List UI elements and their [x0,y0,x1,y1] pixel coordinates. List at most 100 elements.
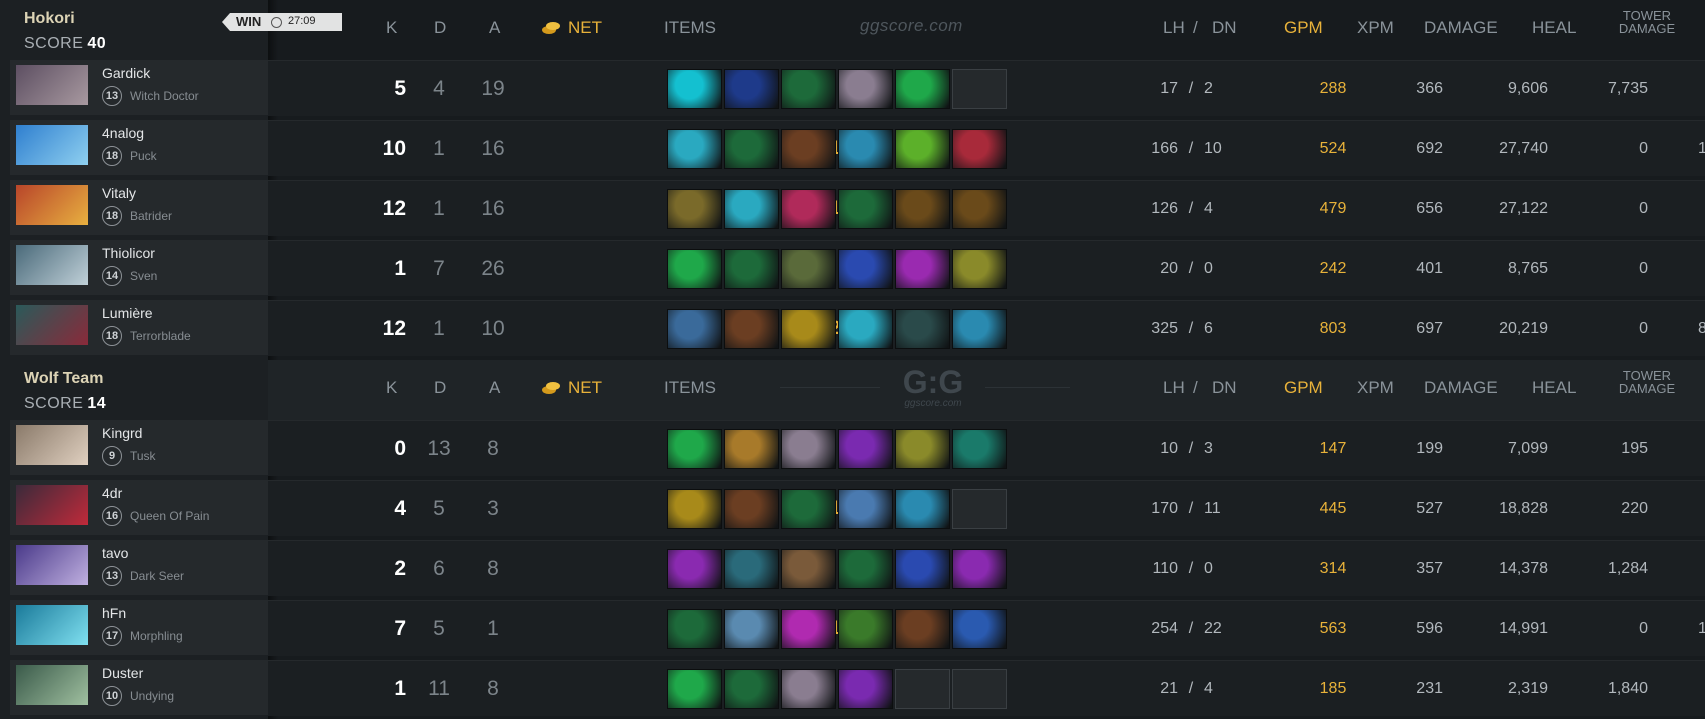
item-icon[interactable] [838,549,893,589]
item-icon[interactable] [838,249,893,289]
item-icon[interactable] [838,609,893,649]
hero-level: 17 [102,626,122,646]
tower-damage: 239 [1568,181,1705,236]
item-icon[interactable] [952,129,1007,169]
hero-damage: 9,606 [1507,80,1548,97]
item-icon[interactable] [667,429,722,469]
item-icon[interactable] [781,429,836,469]
item-icon[interactable] [781,249,836,289]
player-card[interactable]: 4dr 16 Queen Of Pain [10,480,268,535]
player-name[interactable]: tavo [102,545,128,561]
player-card[interactable]: Lumière 18 Terrorblade [10,300,268,355]
player-name[interactable]: Duster [102,665,143,681]
player-name[interactable]: Vitaly [102,185,136,201]
item-icon[interactable] [838,429,893,469]
empty-item-slot[interactable] [952,669,1007,709]
player-name[interactable]: hFn [102,605,126,621]
item-icon[interactable] [724,429,779,469]
item-icon[interactable] [952,609,1007,649]
team1-name: Hokori [24,10,75,27]
empty-item-slot[interactable] [952,489,1007,529]
item-icon[interactable] [895,189,950,229]
item-icon[interactable] [781,489,836,529]
item-icon[interactable] [667,309,722,349]
item-icon[interactable] [952,309,1007,349]
item-icon[interactable] [895,489,950,529]
item-icon[interactable] [781,549,836,589]
item-icon[interactable] [724,69,779,109]
item-icon[interactable] [895,609,950,649]
player-name[interactable]: Kingrd [102,425,142,441]
item-icon[interactable] [724,609,779,649]
hero-damage: 7,099 [1507,440,1548,457]
item-icon[interactable] [667,669,722,709]
item-icon[interactable] [724,129,779,169]
item-icon[interactable] [838,129,893,169]
item-icon[interactable] [952,429,1007,469]
kills: 12 [382,197,406,220]
item-icon[interactable] [781,669,836,709]
lh-dn-separator: / [1188,320,1194,337]
hero-level: 14 [102,266,122,286]
player-card[interactable]: Duster 10 Undying [10,660,268,715]
item-icon[interactable] [724,309,779,349]
last-hits: 10 [1160,440,1178,457]
item-icon[interactable] [724,249,779,289]
item-icon[interactable] [952,549,1007,589]
item-icon[interactable] [952,189,1007,229]
player-name[interactable]: Lumière [102,305,153,321]
item-icon[interactable] [781,189,836,229]
item-icon[interactable] [667,549,722,589]
item-icon[interactable] [667,489,722,529]
item-icon[interactable] [838,69,893,109]
item-icon[interactable] [838,489,893,529]
item-icon[interactable] [895,69,950,109]
player-card[interactable]: hFn 17 Morphling [10,600,268,655]
hero-portrait [16,245,88,285]
watermark-text: ggscore.com [860,16,963,35]
player-card[interactable]: Kingrd 9 Tusk [10,420,268,475]
item-icon[interactable] [667,69,722,109]
item-icon[interactable] [895,429,950,469]
item-icon[interactable] [895,129,950,169]
item-icon[interactable] [781,129,836,169]
empty-item-slot[interactable] [895,669,950,709]
item-icon[interactable] [781,609,836,649]
player-card[interactable]: Thiolicor 14 Sven [10,240,268,295]
player-name[interactable]: 4nalog [102,125,144,141]
player-name[interactable]: Thiolicor [102,245,155,261]
item-icon[interactable] [724,669,779,709]
hero-level: 16 [102,506,122,526]
item-icon[interactable] [724,189,779,229]
player-card[interactable]: 4nalog 18 Puck [10,120,268,175]
player-card[interactable]: tavo 13 Dark Seer [10,540,268,595]
player-name[interactable]: Gardick [102,65,150,81]
item-icon[interactable] [667,249,722,289]
assists: 26 [481,257,505,280]
item-icon[interactable] [895,549,950,589]
hero-damage: 14,378 [1499,560,1548,577]
item-icon[interactable] [667,189,722,229]
player-name[interactable]: 4dr [102,485,122,501]
gpm: 803 [1319,320,1347,337]
player-card[interactable]: Vitaly 18 Batrider [10,180,268,235]
item-icon[interactable] [781,309,836,349]
item-icon[interactable] [838,669,893,709]
deaths: 1 [433,137,445,160]
player-card[interactable]: Gardick 13 Witch Doctor [10,60,268,115]
item-icon[interactable] [838,309,893,349]
hero-name: Sven [130,269,158,283]
lh-dn-separator: / [1188,440,1194,457]
item-icon[interactable] [667,129,722,169]
item-icon[interactable] [781,69,836,109]
hero-portrait [16,305,88,345]
item-icon[interactable] [838,189,893,229]
item-icon[interactable] [895,249,950,289]
item-icon[interactable] [667,609,722,649]
last-hits: 21 [1160,680,1178,697]
item-icon[interactable] [895,309,950,349]
item-icon[interactable] [724,549,779,589]
item-icon[interactable] [952,249,1007,289]
item-icon[interactable] [724,489,779,529]
empty-item-slot[interactable] [952,69,1007,109]
